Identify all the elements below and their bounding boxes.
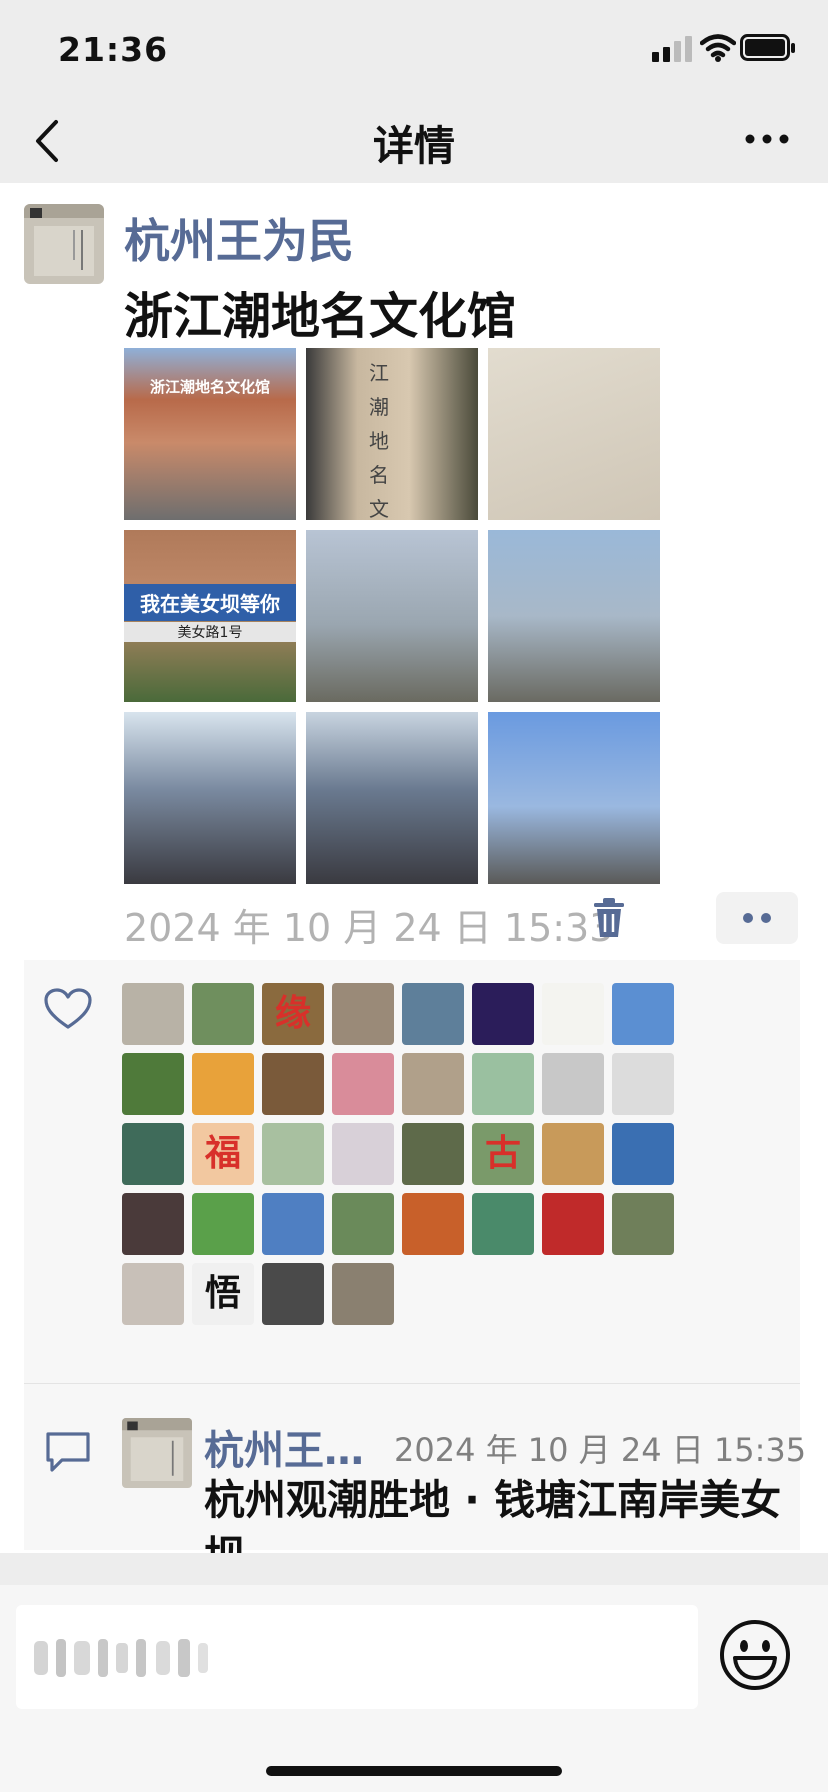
avatar-glyph: 缘 [274, 993, 311, 1034]
liker-avatar[interactable] [472, 983, 534, 1045]
liker-avatar[interactable] [262, 1123, 324, 1185]
liker-avatar[interactable] [402, 1053, 464, 1115]
liker-avatar[interactable] [192, 1053, 254, 1115]
comment-input[interactable] [16, 1605, 698, 1709]
liker-avatar[interactable] [472, 1053, 534, 1115]
group-photo[interactable] [306, 712, 478, 884]
liker-avatar[interactable]: 悟 [192, 1263, 254, 1325]
emoji-icon[interactable] [718, 1618, 792, 1692]
stone-inscription-photo[interactable] [488, 348, 660, 520]
book-cover-icon [24, 204, 104, 284]
liker-avatar[interactable] [612, 1193, 674, 1255]
liker-avatar[interactable] [332, 1193, 394, 1255]
liker-avatar[interactable] [612, 983, 674, 1045]
avatar-glyph: 悟 [204, 1273, 241, 1314]
post-timestamp: 2024 年 10 月 24 日 15:33 [124, 906, 614, 950]
two-dots-icon [743, 913, 771, 923]
author-avatar[interactable] [24, 204, 104, 284]
liker-avatar[interactable] [542, 1053, 604, 1115]
signal-icon [652, 36, 692, 62]
liker-avatar[interactable] [192, 983, 254, 1045]
liker-avatar[interactable] [122, 983, 184, 1045]
more-button[interactable] [742, 124, 792, 154]
wifi-icon [700, 34, 736, 62]
liker-avatar[interactable] [192, 1193, 254, 1255]
liker-avatar[interactable]: 古 [472, 1123, 534, 1185]
liker-avatar[interactable] [542, 1123, 604, 1185]
action-menu-button[interactable] [716, 892, 798, 944]
liker-avatar[interactable] [612, 1053, 674, 1115]
group-photo[interactable] [124, 712, 296, 884]
trash-icon[interactable] [590, 897, 628, 939]
promenade-photo[interactable] [488, 712, 660, 884]
liker-avatar[interactable] [542, 1193, 604, 1255]
interaction-panel: 缘福 古悟 杭州王… 2024 年 10 月 24 日 15:35 杭州观潮胜地 … [24, 960, 806, 1553]
comment-input-bar [0, 1585, 828, 1792]
liker-avatar[interactable] [332, 1263, 394, 1325]
post-detail: 杭州王为民 浙江潮地名文化馆 浙江潮地名文化馆 江潮地名文 我在美女坝等你 美女路1号… [0, 183, 828, 1553]
status-time: 21:36 [58, 30, 169, 69]
photo-caption: 我在美女坝等你 [124, 584, 296, 621]
post-text: 浙江潮地名文化馆 [124, 288, 517, 345]
liker-avatar[interactable] [332, 1053, 394, 1115]
liker-avatar[interactable]: 福 [192, 1123, 254, 1185]
heart-icon [44, 988, 92, 1029]
liker-avatar[interactable] [262, 1263, 324, 1325]
liker-avatar[interactable] [122, 1263, 184, 1325]
book-cover-icon [122, 1418, 192, 1488]
liker-avatar[interactable] [402, 983, 464, 1045]
monument-photo[interactable]: 江潮地名文 [306, 348, 478, 520]
liker-avatar[interactable] [262, 1053, 324, 1115]
building-photo[interactable]: 浙江潮地名文化馆 [124, 348, 296, 520]
avatar-glyph: 古 [484, 1133, 521, 1174]
commenter-name[interactable]: 杭州王… [204, 1418, 364, 1476]
liker-avatar[interactable] [612, 1123, 674, 1185]
blurred-text [34, 1639, 208, 1677]
liker-avatar[interactable] [402, 1193, 464, 1255]
liker-avatar[interactable] [332, 983, 394, 1045]
street-sign-photo[interactable]: 我在美女坝等你 美女路1号 [124, 530, 296, 702]
liker-avatar[interactable] [122, 1053, 184, 1115]
home-indicator [266, 1766, 562, 1776]
liker-avatar[interactable] [122, 1123, 184, 1185]
battery-icon [740, 34, 795, 61]
photo-caption: 浙江潮地名文化馆 [149, 378, 270, 396]
liker-avatar[interactable] [122, 1193, 184, 1255]
liker-avatar[interactable] [332, 1123, 394, 1185]
river-view-photo[interactable] [488, 530, 660, 702]
comment-text: 杭州观潮胜地 · 钱塘江南岸美女坝 [204, 1476, 782, 1553]
comment-timestamp: 2024 年 10 月 24 日 15:35 [394, 1431, 807, 1469]
avatar-glyph: 福 [204, 1133, 241, 1174]
liker-avatar[interactable] [262, 1193, 324, 1255]
river-embankment-photo[interactable] [306, 530, 478, 702]
liker-avatar[interactable]: 缘 [262, 983, 324, 1045]
divider [24, 1383, 800, 1384]
photo-caption: 江潮地名文 [369, 361, 389, 520]
commenter-avatar[interactable] [122, 1418, 192, 1488]
author-name[interactable]: 杭州王为民 [124, 205, 354, 271]
page-title: 详情 [373, 122, 455, 170]
photo-caption-secondary: 美女路1号 [124, 622, 296, 642]
comment-icon [46, 1432, 90, 1472]
liker-avatar[interactable] [472, 1193, 534, 1255]
liker-avatar[interactable] [542, 983, 604, 1045]
liker-avatar[interactable] [402, 1123, 464, 1185]
